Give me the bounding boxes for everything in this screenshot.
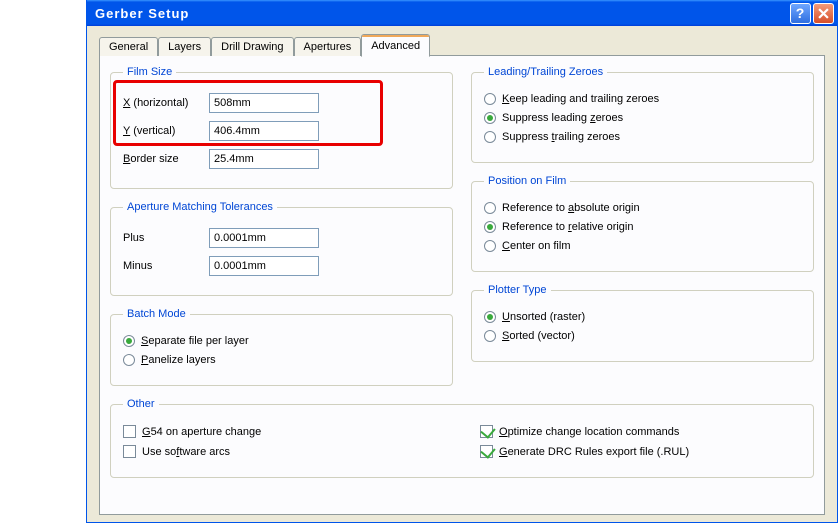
radio-label: Suppress trailing zeroes bbox=[502, 131, 620, 143]
label-x-horizontal: X (horizontal) bbox=[123, 97, 209, 109]
radio-separate-file[interactable]: Separate file per layer bbox=[123, 335, 440, 347]
radio-label: Suppress leading zeroes bbox=[502, 112, 623, 124]
label-plus: Plus bbox=[123, 232, 209, 244]
radio-icon bbox=[484, 131, 496, 143]
radio-icon bbox=[123, 335, 135, 347]
radio-label: Keep leading and trailing zeroes bbox=[502, 93, 659, 105]
group-legend: Other bbox=[123, 398, 159, 410]
radio-icon bbox=[484, 240, 496, 252]
radio-center-on-film[interactable]: Center on film bbox=[484, 240, 801, 252]
group-legend: Plotter Type bbox=[484, 284, 551, 296]
input-plus[interactable] bbox=[209, 228, 319, 248]
radio-icon bbox=[484, 221, 496, 233]
group-legend: Film Size bbox=[123, 66, 176, 78]
radio-icon bbox=[484, 202, 496, 214]
radio-absolute-origin[interactable]: Reference to absolute origin bbox=[484, 202, 801, 214]
client-area: General Layers Drill Drawing Apertures A… bbox=[87, 26, 837, 525]
group-aperture-tolerances: Aperture Matching Tolerances Plus Minus bbox=[110, 201, 453, 296]
radio-suppress-trailing[interactable]: Suppress trailing zeroes bbox=[484, 131, 801, 143]
input-minus[interactable] bbox=[209, 256, 319, 276]
radio-sorted[interactable]: Sorted (vector) bbox=[484, 330, 801, 342]
close-button[interactable] bbox=[813, 3, 834, 24]
input-border-size[interactable] bbox=[209, 149, 319, 169]
label-border-size: Border size bbox=[123, 153, 209, 165]
check-software-arcs[interactable]: Use software arcs bbox=[123, 445, 444, 458]
group-legend: Batch Mode bbox=[123, 308, 190, 320]
check-label: Generate DRC Rules export file (.RUL) bbox=[499, 446, 689, 458]
radio-suppress-leading[interactable]: Suppress leading zeroes bbox=[484, 112, 801, 124]
check-g54[interactable]: G54 on aperture change bbox=[123, 425, 444, 438]
group-zeroes: Leading/Trailing Zeroes Keep leading and… bbox=[471, 66, 814, 163]
input-x-horizontal[interactable] bbox=[209, 93, 319, 113]
group-other: Other G54 on aperture change Use softwar… bbox=[110, 398, 814, 478]
tab-layers[interactable]: Layers bbox=[158, 37, 211, 56]
group-batch-mode: Batch Mode Separate file per layer Panel… bbox=[110, 308, 453, 386]
radio-relative-origin[interactable]: Reference to relative origin bbox=[484, 221, 801, 233]
radio-keep-zeroes[interactable]: Keep leading and trailing zeroes bbox=[484, 93, 801, 105]
titlebar[interactable]: Gerber Setup ? bbox=[87, 0, 837, 26]
radio-label: Reference to relative origin bbox=[502, 221, 633, 233]
tab-advanced[interactable]: Advanced bbox=[361, 34, 430, 57]
check-label: G54 on aperture change bbox=[142, 426, 261, 438]
label-minus: Minus bbox=[123, 260, 209, 272]
checkbox-icon bbox=[480, 445, 493, 458]
left-column: Film Size X (horizontal) Y (vertical) Bo… bbox=[110, 66, 453, 398]
group-plotter-type: Plotter Type Unsorted (raster) Sorted (v… bbox=[471, 284, 814, 362]
group-legend: Aperture Matching Tolerances bbox=[123, 201, 277, 213]
group-position: Position on Film Reference to absolute o… bbox=[471, 175, 814, 272]
check-optimize-commands[interactable]: Optimize change location commands bbox=[480, 425, 801, 438]
radio-icon bbox=[484, 112, 496, 124]
window-title: Gerber Setup bbox=[95, 6, 788, 21]
tab-panel-advanced: Film Size X (horizontal) Y (vertical) Bo… bbox=[99, 55, 825, 515]
group-film-size: Film Size X (horizontal) Y (vertical) Bo… bbox=[110, 66, 453, 189]
check-label: Optimize change location commands bbox=[499, 426, 679, 438]
input-y-vertical[interactable] bbox=[209, 121, 319, 141]
radio-icon bbox=[484, 311, 496, 323]
close-icon bbox=[818, 8, 829, 19]
tab-general[interactable]: General bbox=[99, 37, 158, 56]
checkbox-icon bbox=[123, 425, 136, 438]
checkbox-icon bbox=[480, 425, 493, 438]
radio-label: Panelize layers bbox=[141, 354, 216, 366]
radio-label: Unsorted (raster) bbox=[502, 311, 585, 323]
checkbox-icon bbox=[123, 445, 136, 458]
tabstrip: General Layers Drill Drawing Apertures A… bbox=[99, 33, 825, 55]
group-legend: Leading/Trailing Zeroes bbox=[484, 66, 607, 78]
right-column: Leading/Trailing Zeroes Keep leading and… bbox=[471, 66, 814, 398]
radio-label: Separate file per layer bbox=[141, 335, 249, 347]
group-legend: Position on Film bbox=[484, 175, 570, 187]
radio-icon bbox=[123, 354, 135, 366]
dialog-window: Gerber Setup ? General Layers Drill Draw… bbox=[86, 0, 838, 523]
help-button[interactable]: ? bbox=[790, 3, 811, 24]
radio-icon bbox=[484, 330, 496, 342]
radio-panelize-layers[interactable]: Panelize layers bbox=[123, 354, 440, 366]
label-y-vertical: Y (vertical) bbox=[123, 125, 209, 137]
radio-icon bbox=[484, 93, 496, 105]
radio-label: Reference to absolute origin bbox=[502, 202, 640, 214]
radio-unsorted[interactable]: Unsorted (raster) bbox=[484, 311, 801, 323]
tab-apertures[interactable]: Apertures bbox=[294, 37, 362, 56]
radio-label: Sorted (vector) bbox=[502, 330, 575, 342]
tab-drill-drawing[interactable]: Drill Drawing bbox=[211, 37, 293, 56]
check-generate-drc[interactable]: Generate DRC Rules export file (.RUL) bbox=[480, 445, 801, 458]
radio-label: Center on film bbox=[502, 240, 570, 252]
check-label: Use software arcs bbox=[142, 446, 230, 458]
